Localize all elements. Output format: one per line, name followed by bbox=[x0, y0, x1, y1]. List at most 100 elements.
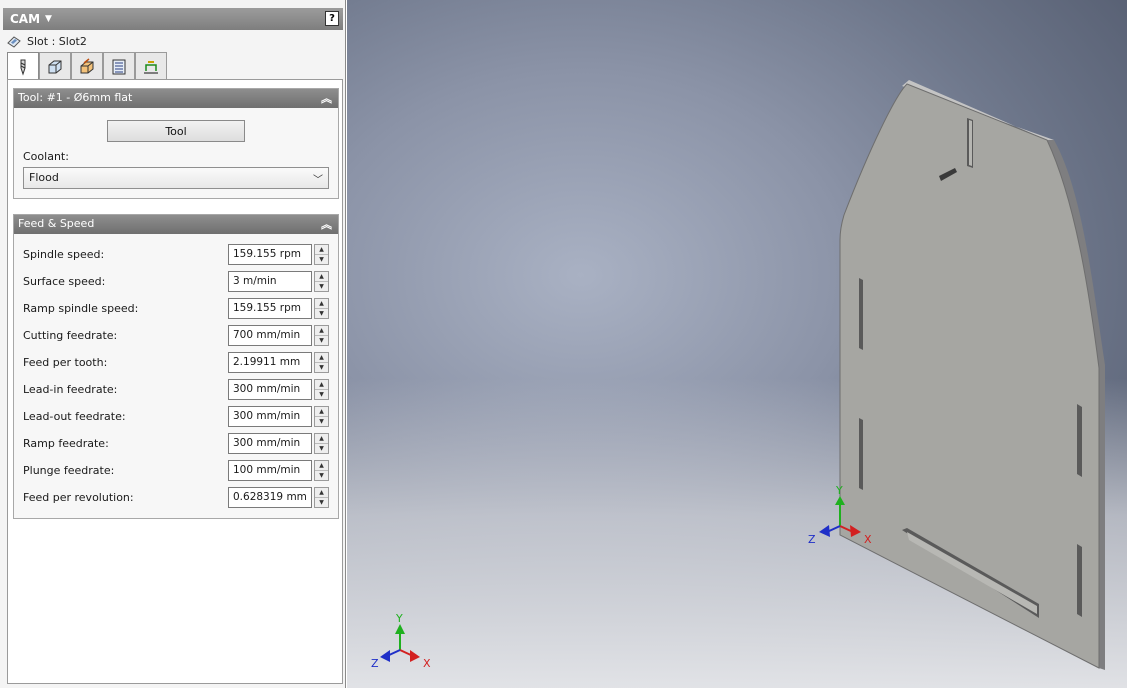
heights-icon bbox=[80, 57, 94, 73]
lead-in-feedrate-stepper[interactable]: ▲ ▼ bbox=[314, 379, 329, 400]
spin-down-icon[interactable]: ▼ bbox=[315, 363, 328, 373]
spin-up-icon[interactable]: ▲ bbox=[315, 461, 328, 471]
lead-in-feedrate-row: Lead-in feedrate: 300 mm/min ▲ ▼ bbox=[23, 379, 329, 401]
tab-heights[interactable] bbox=[71, 52, 103, 80]
surface-speed-label: Surface speed: bbox=[23, 275, 106, 288]
lead-out-feedrate-label: Lead-out feedrate: bbox=[23, 410, 126, 423]
spin-down-icon[interactable]: ▼ bbox=[315, 282, 328, 292]
feed-per-revolution-input[interactable]: 0.628319 mm bbox=[228, 487, 312, 508]
spin-down-icon[interactable]: ▼ bbox=[315, 390, 328, 400]
spin-up-icon[interactable]: ▲ bbox=[315, 488, 328, 498]
spindle-speed-stepper[interactable]: ▲ ▼ bbox=[314, 244, 329, 265]
tab-strip bbox=[7, 52, 167, 81]
tool-group-header[interactable]: Tool: #1 - Ø6mm flat ︽ bbox=[14, 89, 338, 108]
feed-per-tooth-stepper[interactable]: ▲ ▼ bbox=[314, 352, 329, 373]
feed-per-revolution-label: Feed per revolution: bbox=[23, 491, 134, 504]
operation-label: Slot : Slot2 bbox=[27, 34, 87, 48]
lead-in-feedrate-label: Lead-in feedrate: bbox=[23, 383, 118, 396]
spin-up-icon[interactable]: ▲ bbox=[315, 245, 328, 255]
lead-out-feedrate-stepper[interactable]: ▲ ▼ bbox=[314, 406, 329, 427]
cam-header[interactable]: CAM ▼ ? bbox=[3, 8, 343, 30]
lead-in-feedrate-input[interactable]: 300 mm/min bbox=[228, 379, 312, 400]
spin-down-icon[interactable]: ▼ bbox=[315, 309, 328, 319]
view-triad-x-label: X bbox=[423, 657, 431, 670]
ramp-feedrate-stepper[interactable]: ▲ ▼ bbox=[314, 433, 329, 454]
cutting-feedrate-row: Cutting feedrate: 700 mm/min ▲ ▼ bbox=[23, 325, 329, 347]
model-triad-y-label: Y bbox=[835, 484, 843, 497]
tool-button[interactable]: Tool bbox=[107, 120, 245, 142]
ramp-feedrate-row: Ramp feedrate: 300 mm/min ▲ ▼ bbox=[23, 433, 329, 455]
chevron-down-icon[interactable]: ▼ bbox=[45, 14, 52, 24]
ramp-spindle-speed-input[interactable]: 159.155 rpm bbox=[228, 298, 312, 319]
ramp-feedrate-label: Ramp feedrate: bbox=[23, 437, 109, 450]
spindle-speed-input[interactable]: 159.155 rpm bbox=[228, 244, 312, 265]
tool-group: Tool: #1 - Ø6mm flat ︽ Tool Coolant: Flo… bbox=[13, 88, 339, 199]
ramp-spindle-speed-row: Ramp spindle speed: 159.155 rpm ▲ ▼ bbox=[23, 298, 329, 320]
spin-down-icon[interactable]: ▼ bbox=[315, 255, 328, 265]
feed-per-tooth-label: Feed per tooth: bbox=[23, 356, 108, 369]
feed-per-revolution-stepper[interactable]: ▲ ▼ bbox=[314, 487, 329, 508]
spin-up-icon[interactable]: ▲ bbox=[315, 272, 328, 282]
chevron-down-icon: ﹀ bbox=[313, 175, 323, 186]
operation-breadcrumb: Slot : Slot2 bbox=[7, 32, 87, 50]
ramp-spindle-speed-stepper[interactable]: ▲ ▼ bbox=[314, 298, 329, 319]
spin-down-icon[interactable]: ▼ bbox=[315, 336, 328, 346]
view-triad-y-label: Y bbox=[395, 612, 403, 625]
lead-out-feedrate-input[interactable]: 300 mm/min bbox=[228, 406, 312, 427]
view-orientation-triad: Z X Y bbox=[371, 612, 431, 670]
cutting-feedrate-input[interactable]: 700 mm/min bbox=[228, 325, 312, 346]
tab-geometry[interactable] bbox=[39, 52, 71, 80]
model-triad-z-label: Z bbox=[808, 533, 816, 546]
tool-icon bbox=[20, 59, 26, 76]
lead-out-feedrate-row: Lead-out feedrate: 300 mm/min ▲ ▼ bbox=[23, 406, 329, 428]
plunge-feedrate-row: Plunge feedrate: 100 mm/min ▲ ▼ bbox=[23, 460, 329, 482]
viewport-scene: Z X Y Z X Y bbox=[371, 80, 1105, 670]
spin-down-icon[interactable]: ▼ bbox=[315, 417, 328, 427]
collapse-up-icon[interactable]: ︽ bbox=[321, 216, 332, 232]
feed-speed-group: Feed & Speed ︽ Spindle speed: 159.155 rp… bbox=[13, 214, 339, 519]
surface-speed-stepper[interactable]: ▲ ▼ bbox=[314, 271, 329, 292]
coolant-select[interactable]: Flood ﹀ bbox=[23, 167, 329, 189]
collapse-up-icon[interactable]: ︽ bbox=[321, 90, 332, 106]
surface-speed-input[interactable]: 3 m/min bbox=[228, 271, 312, 292]
coolant-value: Flood bbox=[29, 171, 59, 184]
spin-down-icon[interactable]: ▼ bbox=[315, 498, 328, 508]
feed-group-header[interactable]: Feed & Speed ︽ bbox=[14, 215, 338, 234]
tool-group-title: Tool: #1 - Ø6mm flat bbox=[18, 91, 133, 104]
tab-linking[interactable] bbox=[135, 52, 167, 80]
slot-operation-icon bbox=[7, 36, 21, 48]
graphics-viewport[interactable]: Z X Y Z X Y bbox=[347, 0, 1127, 688]
feed-per-tooth-input[interactable]: 2.19911 mm bbox=[228, 352, 312, 373]
spin-down-icon[interactable]: ▼ bbox=[315, 444, 328, 454]
geometry-icon bbox=[48, 60, 62, 73]
view-triad-z-label: Z bbox=[371, 657, 379, 670]
spin-up-icon[interactable]: ▲ bbox=[315, 407, 328, 417]
tab-tool[interactable] bbox=[7, 52, 39, 81]
spindle-speed-row: Spindle speed: 159.155 rpm ▲ ▼ bbox=[23, 244, 329, 266]
tab-passes[interactable] bbox=[103, 52, 135, 80]
spin-up-icon[interactable]: ▲ bbox=[315, 353, 328, 363]
feed-per-revolution-row: Feed per revolution: 0.628319 mm ▲ ▼ bbox=[23, 487, 329, 509]
cutting-feedrate-stepper[interactable]: ▲ ▼ bbox=[314, 325, 329, 346]
ramp-feedrate-input[interactable]: 300 mm/min bbox=[228, 433, 312, 454]
spin-up-icon[interactable]: ▲ bbox=[315, 299, 328, 309]
spin-up-icon[interactable]: ▲ bbox=[315, 434, 328, 444]
cam-browser-panel: CAM ▼ ? Slot : Slot2 Tool: #1 - Ø6mm fla… bbox=[0, 0, 346, 688]
plunge-feedrate-input[interactable]: 100 mm/min bbox=[228, 460, 312, 481]
spin-down-icon[interactable]: ▼ bbox=[315, 471, 328, 481]
plate-front-face[interactable] bbox=[839, 83, 1100, 669]
plunge-feedrate-label: Plunge feedrate: bbox=[23, 464, 115, 477]
surface-speed-row: Surface speed: 3 m/min ▲ ▼ bbox=[23, 271, 329, 293]
cam-title: CAM bbox=[10, 12, 41, 26]
feed-per-tooth-row: Feed per tooth: 2.19911 mm ▲ ▼ bbox=[23, 352, 329, 374]
spindle-speed-label: Spindle speed: bbox=[23, 248, 105, 261]
panel-inner: CAM ▼ ? Slot : Slot2 Tool: #1 - Ø6mm fla… bbox=[3, 4, 343, 688]
model-triad-x-label: X bbox=[864, 533, 872, 546]
passes-icon bbox=[112, 59, 126, 74]
ramp-spindle-speed-label: Ramp spindle speed: bbox=[23, 302, 139, 315]
spin-up-icon[interactable]: ▲ bbox=[315, 326, 328, 336]
tab-body: Tool: #1 - Ø6mm flat ︽ Tool Coolant: Flo… bbox=[7, 79, 343, 684]
spin-up-icon[interactable]: ▲ bbox=[315, 380, 328, 390]
help-icon[interactable]: ? bbox=[325, 11, 339, 26]
plunge-feedrate-stepper[interactable]: ▲ ▼ bbox=[314, 460, 329, 481]
